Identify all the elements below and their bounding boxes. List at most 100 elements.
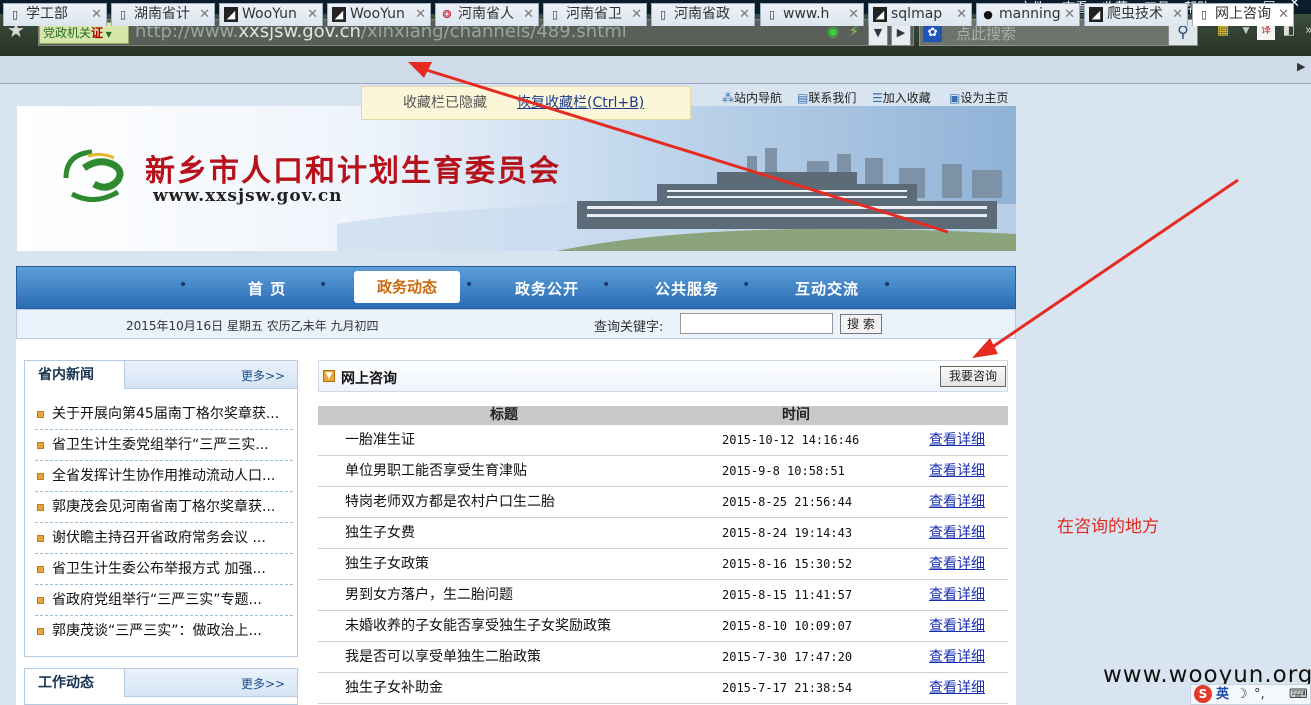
favorites-hidden-notice: 收藏栏已隐藏 恢复收藏栏(Ctrl+B) bbox=[361, 86, 691, 120]
nav-interaction[interactable]: 互动交流 bbox=[795, 278, 859, 299]
col-time: 时间 bbox=[782, 407, 810, 423]
emblem-icon: ❂ bbox=[442, 8, 452, 21]
view-detail-link[interactable]: 查看详细 bbox=[929, 642, 985, 672]
news-item[interactable]: 谢伏瞻主持召开省政府常务会议 ... bbox=[35, 523, 293, 554]
sogou-ime-icon: S bbox=[1194, 685, 1212, 703]
province-news-title: 省内新闻 bbox=[25, 361, 125, 389]
close-tab-icon[interactable]: ✕ bbox=[1064, 4, 1075, 25]
bullet-icon bbox=[37, 504, 44, 511]
keyword-input[interactable] bbox=[680, 313, 833, 334]
row-time: 2015-10-12 14:16:46 bbox=[722, 433, 860, 447]
nav-home[interactable]: 首 页 bbox=[248, 278, 286, 299]
news-item[interactable]: 省卫生计生委公布举报方式 加强... bbox=[35, 554, 293, 585]
page-icon: ▯ bbox=[1200, 8, 1208, 21]
tab-item[interactable]: ❂ 河南省人 ✕ bbox=[435, 3, 539, 26]
set-homepage-link[interactable]: ▣设为主页 bbox=[949, 89, 1008, 106]
bullet-icon bbox=[37, 628, 44, 635]
close-tab-icon[interactable]: ✕ bbox=[307, 4, 318, 25]
tab-item[interactable]: ◢ sqlmap ✕ bbox=[868, 3, 972, 26]
nav-public-service[interactable]: 公共服务 bbox=[655, 278, 719, 299]
close-tab-icon[interactable]: ✕ bbox=[1278, 4, 1289, 25]
tab-item[interactable]: ◢ 爬虫技术 ✕ bbox=[1084, 3, 1188, 26]
contact-us-link[interactable]: ▤联系我们 bbox=[797, 89, 856, 106]
refresh-shield-icon[interactable]: ◉ bbox=[827, 24, 839, 40]
news-item[interactable]: 省政府党组举行“三严三实”专题... bbox=[35, 585, 293, 616]
site-nav-link[interactable]: ⁂站内导航 bbox=[722, 89, 782, 106]
tab-bar bbox=[0, 56, 1311, 84]
ime-toolbar[interactable]: S 英 ☽ °, ⌨ bbox=[1190, 684, 1311, 705]
tab-item[interactable]: ◢ WooYun ✕ bbox=[219, 3, 323, 26]
bullet-icon bbox=[37, 597, 44, 604]
row-title: 特岗老师双方都是农村户口生二胎 bbox=[345, 494, 555, 510]
more-icon[interactable]: » bbox=[1300, 22, 1311, 40]
close-tab-icon[interactable]: ✕ bbox=[956, 4, 967, 25]
bullet-icon bbox=[37, 473, 44, 480]
tab-item[interactable]: ▯ 湖南省计 ✕ bbox=[111, 3, 215, 26]
view-detail-link[interactable]: 查看详细 bbox=[929, 487, 985, 517]
news-item[interactable]: 郭庚茂会见河南省南丁格尔奖章获... bbox=[35, 492, 293, 523]
bullet-icon bbox=[37, 411, 44, 418]
news-item[interactable]: 郭庚茂谈“三严三实”：做政治上... bbox=[35, 616, 293, 647]
tab-item-active[interactable]: ▯ 网上咨询 ✕ bbox=[1192, 3, 1294, 26]
table-row: 单位男职工能否享受生育津贴 2015-9-8 10:58:51 查看详细 bbox=[318, 456, 1008, 487]
consult-table-header: 标题 时间 bbox=[318, 406, 1008, 425]
page-icon: ▯ bbox=[551, 8, 559, 21]
page-icon: ▯ bbox=[11, 8, 19, 21]
view-detail-link[interactable]: 查看详细 bbox=[929, 425, 985, 455]
row-title: 独生子女政策 bbox=[345, 556, 429, 572]
close-tab-icon[interactable]: ✕ bbox=[848, 4, 859, 25]
table-row: 未婚收养的子女能否享受独生子女奖励政策 2015-8-10 10:09:07 查看详… bbox=[318, 611, 1008, 642]
bullet-icon bbox=[37, 535, 44, 542]
view-detail-link[interactable]: 查看详细 bbox=[929, 456, 985, 486]
tab-item[interactable]: ◢ WooYun ✕ bbox=[327, 3, 431, 26]
view-detail-link[interactable]: 查看详细 bbox=[929, 580, 985, 610]
keyboard-icon[interactable]: ⌨ bbox=[1289, 685, 1308, 704]
news-item-text: 关于开展向第45届南丁格尔奖章获... bbox=[52, 406, 280, 422]
close-tab-icon[interactable]: ✕ bbox=[631, 4, 642, 25]
tab-label: 湖南省计 bbox=[134, 6, 190, 22]
tab-scroll-right-icon[interactable]: ▶ bbox=[1297, 60, 1305, 73]
tab-item[interactable]: ▯ www.h ✕ bbox=[760, 3, 864, 26]
ask-question-button[interactable]: 我要咨询 bbox=[940, 366, 1006, 387]
tab-item[interactable]: ● manning ✕ bbox=[976, 3, 1080, 26]
nav-gov-news[interactable]: 政务动态 bbox=[354, 271, 460, 303]
nav-separator-icon: • bbox=[319, 277, 328, 293]
view-detail-link[interactable]: 查看详细 bbox=[929, 673, 985, 703]
moon-icon[interactable]: ☽ bbox=[1236, 685, 1248, 704]
province-news-more-link[interactable]: 更多>> bbox=[241, 367, 285, 384]
row-title: 一胎准生证 bbox=[345, 432, 415, 448]
nav-gov-disclosure[interactable]: 政务公开 bbox=[515, 278, 579, 299]
table-row: 独生子女补助金 2015-7-17 21:38:54 查看详细 bbox=[318, 673, 1008, 704]
close-tab-icon[interactable]: ✕ bbox=[91, 4, 102, 25]
news-item[interactable]: 全省发挥计生协作用推动流动人口... bbox=[35, 461, 293, 492]
news-item[interactable]: 关于开展向第45届南丁格尔奖章获... bbox=[35, 399, 293, 430]
restore-favorites-link[interactable]: 恢复收藏栏(Ctrl+B) bbox=[517, 87, 644, 119]
close-tab-icon[interactable]: ✕ bbox=[415, 4, 426, 25]
wooyun-icon: ◢ bbox=[224, 7, 238, 22]
site-search-button[interactable]: 搜 索 bbox=[840, 314, 882, 334]
close-tab-icon[interactable]: ✕ bbox=[739, 4, 750, 25]
ime-lang[interactable]: 英 bbox=[1216, 685, 1229, 704]
row-time: 2015-7-30 17:47:20 bbox=[722, 650, 853, 664]
tab-item[interactable]: ▯ 学工部 ✕ bbox=[3, 3, 107, 26]
close-tab-icon[interactable]: ✕ bbox=[199, 4, 210, 25]
close-tab-icon[interactable]: ✕ bbox=[1172, 4, 1183, 25]
punct-icon[interactable]: °, bbox=[1254, 685, 1265, 704]
table-row: 独生子女费 2015-8-24 19:14:43 查看详细 bbox=[318, 518, 1008, 549]
tab-item[interactable]: ▯ 河南省卫 ✕ bbox=[543, 3, 647, 26]
search-placeholder: 点此搜索 bbox=[956, 25, 1017, 43]
view-detail-link[interactable]: 查看详细 bbox=[929, 611, 985, 641]
speed-bolt-icon[interactable]: ⚡ bbox=[849, 24, 859, 40]
news-item[interactable]: 省卫生计生委党组举行“三严三实... bbox=[35, 430, 293, 461]
nav-separator-icon: • bbox=[883, 277, 892, 293]
view-detail-link[interactable]: 查看详细 bbox=[929, 518, 985, 548]
tab-item[interactable]: ▯ 河南省政 ✕ bbox=[651, 3, 755, 26]
cert-icon: 证 bbox=[91, 26, 104, 40]
tab-label: sqlmap bbox=[891, 6, 943, 22]
table-row: 一胎准生证 2015-10-12 14:16:46 查看详细 bbox=[318, 425, 1008, 456]
view-detail-link[interactable]: 查看详细 bbox=[929, 549, 985, 579]
close-tab-icon[interactable]: ✕ bbox=[523, 4, 534, 25]
work-news-box: 工作动态 更多>> bbox=[24, 668, 298, 705]
add-favorite-link[interactable]: ☰加入收藏 bbox=[872, 89, 931, 106]
work-news-more-link[interactable]: 更多>> bbox=[241, 675, 285, 692]
